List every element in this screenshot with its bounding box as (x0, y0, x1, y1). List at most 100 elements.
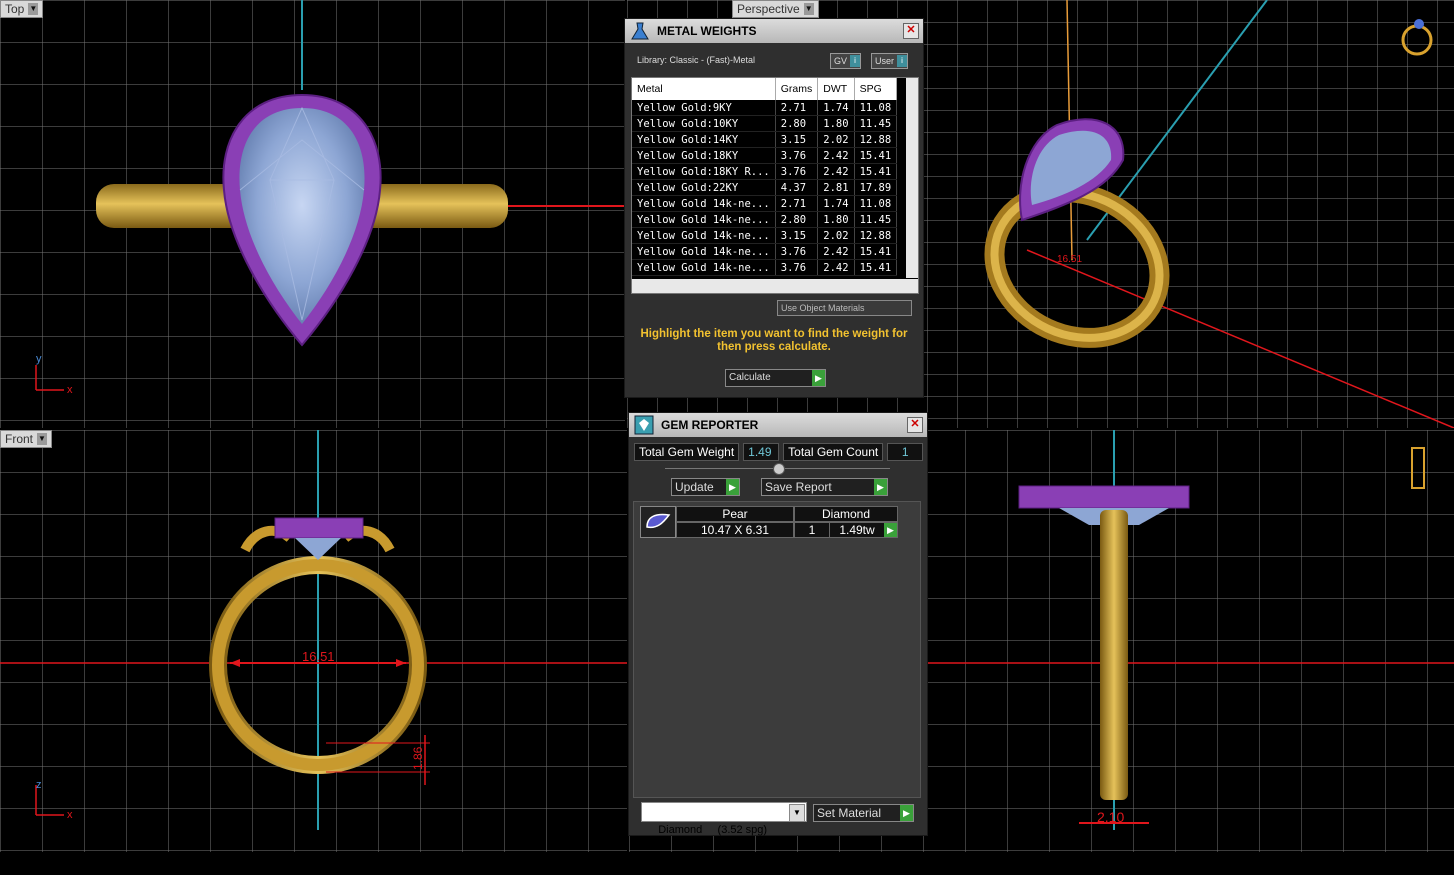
table-cell: 15.41 (854, 243, 898, 260)
gem-weight: 1.49tw (839, 523, 875, 537)
total-gem-weight-value: 1.49 (743, 443, 780, 461)
table-cell: Yellow Gold:18KY R... (632, 163, 776, 180)
table-cell: Yellow Gold:9KY (632, 100, 776, 116)
table-cell: 15.41 (854, 147, 898, 164)
table-row[interactable]: Yellow Gold:18KY R... 3.76 2.42 15.41 (632, 163, 898, 180)
info-icon: i (850, 55, 861, 67)
table-cell: 1.80 (817, 115, 855, 132)
play-arrow-icon: ▶ (812, 370, 825, 386)
table-cell: 2.02 (817, 227, 855, 244)
table-row[interactable]: Yellow Gold:14KY 3.15 2.02 12.88 (632, 131, 898, 148)
update-button[interactable]: Update ▶ (671, 478, 740, 496)
table-cell: 2.80 (775, 115, 819, 132)
play-arrow-icon: ▶ (726, 479, 739, 495)
table-cell: Yellow Gold:14KY (632, 131, 776, 148)
table-cell: Yellow Gold:18KY (632, 147, 776, 164)
table-cell: 12.88 (854, 131, 898, 148)
save-report-button[interactable]: Save Report ▶ (761, 478, 888, 496)
table-cell: Yellow Gold 14k-ne... (632, 243, 776, 260)
chevron-down-icon[interactable]: ▼ (789, 804, 805, 822)
svg-text:16.51: 16.51 (1057, 254, 1082, 265)
pear-gem-thumbnail-icon[interactable] (640, 506, 676, 538)
gem-list: Pear Diamond 10.47 X 6.31 1 1.49tw ▶ (633, 501, 921, 798)
table-row[interactable]: Yellow Gold 14k-ne... 3.76 2.42 15.41 (632, 243, 898, 260)
table-cell: 3.76 (775, 243, 819, 260)
column-header-dwt[interactable]: DWT (817, 78, 855, 100)
table-cell: 2.81 (817, 179, 855, 196)
gem-row[interactable]: Pear Diamond 10.47 X 6.31 1 1.49tw ▶ (676, 506, 898, 538)
metal-weights-titlebar[interactable]: METAL WEIGHTS ✕ (625, 19, 923, 43)
table-row[interactable]: Yellow Gold:22KY 4.37 2.81 17.89 (632, 179, 898, 196)
viewport-menu-arrow-icon[interactable]: ▼ (803, 3, 814, 15)
total-gem-weight-label: Total Gem Weight (634, 443, 740, 461)
table-cell: Yellow Gold 14k-ne... (632, 211, 776, 228)
column-header-metal[interactable]: Metal (632, 78, 776, 100)
material-select[interactable]: Diamond (3.52 spg) ▼ (641, 802, 807, 836)
table-cell: 2.71 (775, 195, 819, 212)
table-cell: 11.08 (854, 195, 898, 212)
table-row[interactable]: Yellow Gold 14k-ne... 3.76 2.42 15.41 (632, 259, 898, 276)
top-viewport-label[interactable]: Top ▼ (0, 0, 44, 18)
table-cell: 11.45 (854, 211, 898, 228)
table-cell: 3.15 (775, 227, 819, 244)
table-cell: 1.74 (817, 195, 855, 212)
viewport-menu-arrow-icon[interactable]: ▼ (37, 433, 48, 445)
table-cell: 3.15 (775, 131, 819, 148)
info-icon: i (897, 55, 908, 67)
table-row[interactable]: Yellow Gold:18KY 3.76 2.42 15.41 (632, 147, 898, 164)
gem-reporter-panel: GEM REPORTER ✕ Total Gem Weight 1.49 Tot… (628, 412, 928, 836)
close-icon[interactable]: ✕ (903, 23, 919, 39)
front-view-render: 16.51 1.86 z x (0, 430, 627, 830)
viewport-menu-arrow-icon[interactable]: ▼ (28, 3, 39, 15)
gem-reporter-titlebar[interactable]: GEM REPORTER ✕ (629, 413, 927, 437)
table-cell: 2.42 (817, 163, 855, 180)
column-header-grams[interactable]: Grams (775, 78, 819, 100)
gv-toggle[interactable]: GV i (830, 53, 862, 69)
metal-table[interactable]: Metal Grams DWT SPG Yellow Gold:9KY 2.71 1.74… (632, 78, 898, 276)
table-cell: 2.42 (817, 243, 855, 260)
panel-slider-handle[interactable] (773, 463, 785, 475)
close-icon[interactable]: ✕ (907, 417, 923, 433)
table-cell: Yellow Gold 14k-ne... (632, 195, 776, 212)
horizontal-scrollbar[interactable] (632, 279, 918, 293)
total-gem-count-value: 1 (887, 443, 924, 461)
ring-widget-icon[interactable] (1401, 24, 1433, 56)
table-row[interactable]: Yellow Gold 14k-ne... 2.71 1.74 11.08 (632, 195, 898, 212)
gem-count: 1 (795, 523, 830, 537)
table-row[interactable]: Yellow Gold 14k-ne... 2.80 1.80 11.45 (632, 211, 898, 228)
gem-detail-arrow-icon[interactable]: ▶ (884, 523, 897, 537)
table-cell: 2.42 (817, 259, 855, 276)
gem-report-icon (634, 415, 654, 435)
table-cell: 1.80 (817, 211, 855, 228)
table-row[interactable]: Yellow Gold:10KY 2.80 1.80 11.45 (632, 115, 898, 132)
table-cell: 2.42 (817, 147, 855, 164)
total-gem-count-label: Total Gem Count (783, 443, 884, 461)
ring-widget-side-icon[interactable] (1411, 447, 1425, 489)
user-toggle[interactable]: User i (871, 53, 909, 69)
calculate-button[interactable]: Calculate ▶ (725, 369, 826, 387)
gem-size: 10.47 X 6.31 (676, 522, 794, 538)
table-cell: 1.74 (817, 100, 855, 116)
use-object-materials-toggle[interactable]: Use Object Materials (777, 300, 912, 316)
table-cell: 3.76 (775, 259, 819, 276)
front-viewport[interactable]: Front ▼ 16.51 1.86 z x (0, 430, 627, 852)
table-cell: 11.08 (854, 100, 898, 116)
vertical-scrollbar[interactable] (906, 78, 918, 278)
table-cell: 3.76 (775, 147, 819, 164)
library-label: Library: Classic - (Fast)-Metal (637, 55, 756, 65)
front-viewport-label[interactable]: Front ▼ (0, 430, 53, 448)
table-cell: 2.80 (775, 211, 819, 228)
column-header-spg[interactable]: SPG (854, 78, 898, 100)
front-dim-thickness: 1.86 (411, 746, 425, 770)
ring-shank-side (1100, 510, 1128, 800)
table-cell: Yellow Gold 14k-ne... (632, 227, 776, 244)
table-row[interactable]: Yellow Gold 14k-ne... 3.15 2.02 12.88 (632, 227, 898, 244)
metal-weights-panel: METAL WEIGHTS ✕ Library: Classic - (Fast… (624, 18, 924, 398)
metal-table-container[interactable]: Metal Grams DWT SPG Yellow Gold:9KY 2.71 1.74… (631, 77, 919, 294)
table-row[interactable]: Yellow Gold:9KY 2.71 1.74 11.08 (632, 100, 898, 116)
perspective-viewport-label[interactable]: Perspective ▼ (732, 0, 819, 18)
table-cell: Yellow Gold:22KY (632, 179, 776, 196)
top-viewport[interactable]: Top ▼ y x (0, 0, 625, 428)
set-material-button[interactable]: Set Material ▶ (813, 804, 914, 822)
table-cell: Yellow Gold 14k-ne... (632, 259, 776, 276)
